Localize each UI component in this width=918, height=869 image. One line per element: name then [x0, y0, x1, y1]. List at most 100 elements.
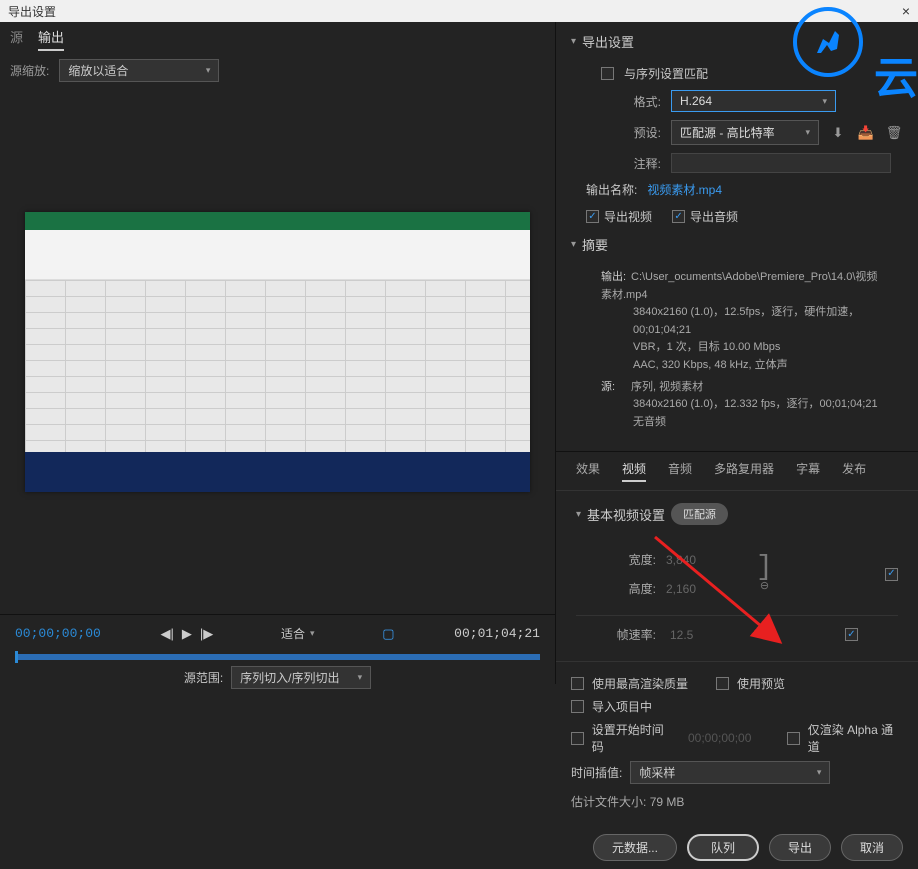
framerate-value[interactable]: 12.5 [670, 628, 693, 642]
save-preset-icon[interactable]: ⬇ [829, 124, 847, 142]
chevron-down-icon: ▾ [358, 672, 363, 683]
settings-tabs: 效果 视频 音频 多路复用器 字幕 发布 [556, 451, 918, 491]
output-name-label: 输出名称: [586, 181, 637, 198]
summary-output-label: 输出: [601, 269, 631, 287]
timecode-out: 00;01;04;21 [454, 626, 540, 641]
tab-video[interactable]: 视频 [622, 460, 646, 482]
summary-src-line1: 序列, 视频素材 [631, 381, 703, 393]
scale-label: 源缩放: [10, 62, 49, 79]
export-header-label: 导出设置 [582, 32, 634, 51]
summary-out-line2: 3840x2160 (1.0)，12.5fps，逐行，硬件加速，00;01;04… [601, 304, 888, 339]
right-panel: 云 ▾ 导出设置 与序列设置匹配 格式: H.264 ▾ 预设: 匹 [556, 22, 918, 684]
import-preset-icon[interactable]: 📥 [857, 124, 875, 142]
framerate-checkbox[interactable] [845, 628, 858, 641]
video-settings-body: ▾ 基本视频设置 匹配源 宽度: 3,840 高度: 2,160 ] [556, 491, 918, 661]
chevron-down-icon: ▾ [310, 628, 315, 639]
summary-header-label: 摘要 [582, 235, 608, 254]
tab-output[interactable]: 输出 [38, 27, 64, 51]
export-audio-checkbox[interactable] [672, 210, 685, 223]
link-icon[interactable]: ⊖ [760, 579, 769, 592]
crop-icon[interactable]: ▢ [382, 626, 394, 642]
delete-preset-icon[interactable]: 🗑 [885, 124, 903, 142]
preset-label: 预设: [601, 124, 661, 141]
width-label: 宽度: [616, 551, 656, 568]
scale-value: 缩放以适合 [68, 62, 128, 79]
tab-mux[interactable]: 多路复用器 [714, 460, 774, 482]
output-name-link[interactable]: 视频素材.mp4 [647, 181, 722, 198]
collapse-arrow-icon: ▾ [576, 509, 581, 520]
timeline-track[interactable] [15, 654, 540, 660]
comment-input[interactable] [671, 153, 891, 173]
step-fwd-icon[interactable]: |▶ [200, 626, 213, 642]
tab-source[interactable]: 源 [10, 27, 23, 51]
dims-lock-checkbox[interactable] [885, 568, 898, 581]
import-project-checkbox[interactable] [571, 700, 584, 713]
start-tc-checkbox[interactable] [571, 732, 584, 745]
alpha-only-checkbox[interactable] [787, 732, 800, 745]
comment-label: 注释: [601, 155, 661, 172]
summary-output-path: C:\User_ocuments\Adobe\Premiere_Pro\14.0… [601, 271, 877, 301]
export-button[interactable]: 导出 [769, 834, 831, 861]
bottom-options: 使用最高渲染质量 使用预览 导入项目中 设置开始时间码 00;00;00;00 … [556, 661, 918, 826]
framerate-label: 帧速率: [616, 626, 656, 643]
window-title: 导出设置 [8, 3, 56, 20]
chevron-down-icon: ▾ [817, 767, 822, 778]
start-tc-label: 设置开始时间码 [592, 721, 674, 755]
match-source-button[interactable]: 匹配源 [671, 503, 728, 525]
preview-area [0, 90, 555, 614]
match-sequence-label: 与序列设置匹配 [624, 65, 708, 82]
import-project-label: 导入项目中 [592, 698, 652, 715]
chevron-down-icon: ▾ [805, 127, 810, 138]
collapse-arrow-icon: ▾ [571, 239, 576, 250]
width-value[interactable]: 3,840 [666, 553, 696, 567]
summary-header[interactable]: ▾ 摘要 [571, 235, 903, 254]
tab-caption[interactable]: 字幕 [796, 460, 820, 482]
time-interp-dropdown[interactable]: 帧采样 ▾ [630, 761, 830, 784]
export-video-label: 导出视频 [604, 208, 652, 225]
queue-button[interactable]: 队列 [687, 834, 759, 861]
export-video-checkbox[interactable] [586, 210, 599, 223]
step-back-icon[interactable]: ◀| [161, 626, 174, 642]
basic-video-header[interactable]: ▾ 基本视频设置 匹配源 [576, 503, 898, 525]
source-range-value: 序列切入/序列切出 [240, 669, 339, 686]
preset-value: 匹配源 - 高比特率 [680, 124, 775, 141]
height-label: 高度: [616, 580, 656, 597]
summary-out-line4: AAC, 320 Kbps, 48 kHz, 立体声 [601, 357, 888, 375]
fit-label: 适合 [281, 625, 305, 642]
summary-src-line2: 3840x2160 (1.0)，12.332 fps，逐行，00;01;04;2… [601, 396, 888, 414]
play-icon[interactable]: ▶ [182, 626, 192, 642]
fit-dropdown[interactable]: 适合 ▾ [273, 623, 323, 644]
preview-image [25, 212, 530, 492]
summary-out-line3: VBR，1 次，目标 10.00 Mbps [601, 339, 888, 357]
alpha-only-label: 仅渲染 Alpha 通道 [808, 721, 903, 755]
cancel-button[interactable]: 取消 [841, 834, 903, 861]
est-size-value: 79 MB [650, 795, 685, 809]
metadata-button[interactable]: 元数据... [593, 834, 677, 861]
tab-publish[interactable]: 发布 [842, 460, 866, 482]
source-range-dropdown[interactable]: 序列切入/序列切出 ▾ [231, 666, 371, 689]
format-label: 格式: [601, 93, 661, 110]
left-panel: 源 输出 源缩放: 缩放以适合 ▾ 00;00;00;00 ◀| ▶ [0, 22, 556, 684]
chevron-down-icon: ▾ [206, 65, 211, 76]
export-audio-label: 导出音频 [690, 208, 738, 225]
logo-text: 云 [874, 54, 918, 103]
tab-effects[interactable]: 效果 [576, 460, 600, 482]
time-interp-value: 帧采样 [639, 764, 675, 781]
timeline-area: 00;00;00;00 ◀| ▶ |▶ 适合 ▾ ▢ 00;01;04;21 源… [0, 614, 555, 684]
summary-source-label: 源: [601, 379, 631, 397]
time-interp-label: 时间插值: [571, 764, 622, 781]
source-range-label: 源范围: [184, 669, 223, 686]
summary-src-line3: 无音频 [601, 414, 888, 432]
basic-video-label: 基本视频设置 [587, 505, 665, 524]
est-size-label: 估计文件大小: [571, 795, 646, 809]
summary-section: ▾ 摘要 输出:C:\User_ocuments\Adobe\Premiere_… [556, 235, 918, 451]
timecode-in[interactable]: 00;00;00;00 [15, 626, 101, 641]
button-row: 元数据... 队列 导出 取消 [556, 826, 918, 869]
tab-audio[interactable]: 音频 [668, 460, 692, 482]
match-sequence-checkbox[interactable] [601, 67, 614, 80]
preset-dropdown[interactable]: 匹配源 - 高比特率 ▾ [671, 120, 819, 145]
collapse-arrow-icon: ▾ [571, 36, 576, 47]
watermark-logo: 云 [793, 7, 918, 106]
height-value[interactable]: 2,160 [666, 582, 696, 596]
scale-dropdown[interactable]: 缩放以适合 ▾ [59, 59, 219, 82]
